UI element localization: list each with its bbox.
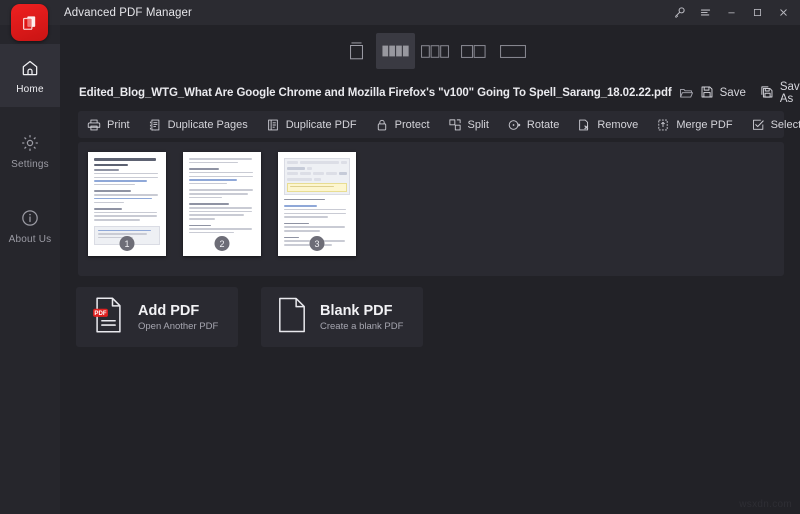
blank-pdf-card-subtitle: Create a blank PDF <box>320 320 404 332</box>
page-thumbnail[interactable]: 1 <box>88 152 166 256</box>
select-all-button[interactable]: Select All <box>742 111 800 138</box>
blank-pdf-card-text: Blank PDF Create a blank PDF <box>320 303 403 332</box>
duplicate-pdf-button[interactable]: Duplicate PDF <box>257 111 366 138</box>
sidebar: Home Settings About Us <box>0 25 60 514</box>
add-pdf-card-subtitle: Open Another PDF <box>138 320 219 332</box>
view-mode-single-scroll[interactable] <box>337 33 376 69</box>
protect-button[interactable]: Protect <box>366 111 439 138</box>
home-icon <box>20 57 40 79</box>
duplicate-pages-icon <box>148 118 162 132</box>
title-bar: Advanced PDF Manager <box>0 0 800 25</box>
info-icon <box>20 207 40 229</box>
duplicate-pdf-button-label: Duplicate PDF <box>285 118 357 131</box>
floppy-save-icon <box>700 85 714 102</box>
checkbox-check-icon <box>751 118 765 132</box>
watermark: wsxdn.com <box>739 499 792 510</box>
folder-open-icon[interactable] <box>679 86 693 100</box>
window-controls <box>666 0 800 25</box>
protect-button-label: Protect <box>394 118 430 131</box>
duplicate-pdf-icon <box>266 118 280 132</box>
split-button[interactable]: Split <box>439 111 498 138</box>
save-as-button[interactable]: Save As <box>753 78 800 108</box>
action-cards: PDF Add PDF Open Another PDF Blank PDF C… <box>76 287 423 347</box>
file-name-label: Edited_Blog_WTG_What Are Google Chrome a… <box>79 87 672 99</box>
menu-icon[interactable] <box>692 0 718 25</box>
app-window: Advanced PDF Manager Home Settings About… <box>0 0 800 514</box>
gear-icon <box>20 132 40 154</box>
page-preview-screenshot <box>284 158 350 195</box>
sidebar-item-about-us-label: About Us <box>8 233 52 245</box>
save-button[interactable]: Save <box>693 78 753 108</box>
merge-pdf-icon <box>656 118 670 132</box>
page-thumbnail[interactable]: 3 <box>278 152 356 256</box>
lock-icon <box>375 118 389 132</box>
print-button-label: Print <box>107 118 130 131</box>
file-bar: Edited_Blog_WTG_What Are Google Chrome a… <box>60 78 800 108</box>
sidebar-item-settings[interactable]: Settings <box>0 119 60 182</box>
add-pdf-card-text: Add PDF Open Another PDF <box>138 303 218 332</box>
action-toolbar: Print Duplicate Pages Duplicate PDF Prot… <box>78 111 800 138</box>
key-icon[interactable] <box>666 0 692 25</box>
remove-button[interactable]: Remove <box>568 111 647 138</box>
split-button-label: Split <box>467 118 489 131</box>
save-button-label: Save <box>719 87 746 99</box>
app-title: Advanced PDF Manager <box>64 6 192 19</box>
page-number-badge: 3 <box>309 236 325 251</box>
view-mode-four-column[interactable] <box>376 33 415 69</box>
sidebar-item-about-us[interactable]: About Us <box>0 194 60 257</box>
merge-pdf-button-label: Merge PDF <box>676 118 733 131</box>
save-as-button-label: Save As <box>779 81 800 105</box>
page-number-badge: 1 <box>119 236 135 251</box>
rotate-button[interactable]: Rotate <box>498 111 568 138</box>
floppy-save-as-icon <box>760 85 774 102</box>
add-pdf-card[interactable]: PDF Add PDF Open Another PDF <box>76 287 238 347</box>
page-preview-highlight <box>287 183 347 192</box>
rotate-button-label: Rotate <box>526 118 560 131</box>
minimize-icon[interactable] <box>718 0 744 25</box>
blank-document-icon <box>277 296 307 339</box>
rotate-icon <box>507 118 521 132</box>
blank-pdf-card[interactable]: Blank PDF Create a blank PDF <box>261 287 423 347</box>
page-thumbnail-panel: 1 2 3 <box>78 142 784 276</box>
sidebar-item-settings-label: Settings <box>11 158 49 170</box>
merge-pdf-button[interactable]: Merge PDF <box>647 111 741 138</box>
view-mode-three-column[interactable] <box>415 33 454 69</box>
view-mode-one-column[interactable] <box>493 33 532 69</box>
select-all-button-label: Select All <box>770 118 800 131</box>
add-pdf-card-title: Add PDF <box>138 302 200 319</box>
view-mode-two-column[interactable] <box>454 33 493 69</box>
svg-text:PDF: PDF <box>94 309 106 316</box>
page-number-badge: 2 <box>214 236 230 251</box>
sidebar-item-home[interactable]: Home <box>0 44 60 107</box>
remove-page-icon <box>577 118 591 132</box>
pdf-pages-logo <box>11 4 48 41</box>
page-thumbnail[interactable]: 2 <box>183 152 261 256</box>
print-button[interactable]: Print <box>78 111 139 138</box>
duplicate-pages-button[interactable]: Duplicate Pages <box>139 111 257 138</box>
view-mode-switcher <box>337 33 532 69</box>
maximize-icon[interactable] <box>744 0 770 25</box>
pdf-document-icon: PDF <box>92 296 125 339</box>
blank-pdf-card-title: Blank PDF <box>320 302 393 319</box>
remove-button-label: Remove <box>597 118 639 131</box>
sidebar-item-home-label: Home <box>16 83 44 95</box>
printer-icon <box>87 118 101 132</box>
duplicate-pages-button-label: Duplicate Pages <box>167 118 248 131</box>
close-icon[interactable] <box>770 0 796 25</box>
split-icon <box>448 118 462 132</box>
